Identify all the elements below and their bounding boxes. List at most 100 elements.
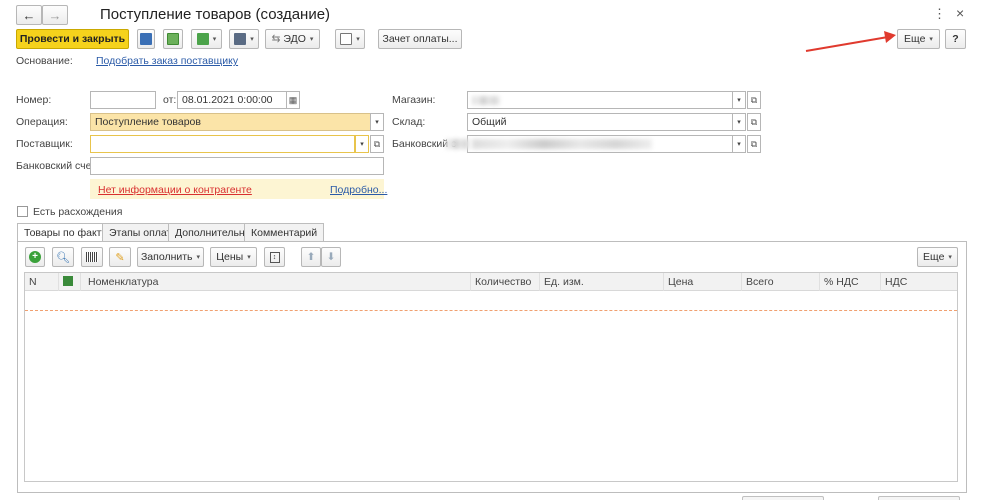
- tab-comment[interactable]: Комментарий: [244, 223, 325, 241]
- warehouse-open-button[interactable]: ⧉: [747, 113, 761, 131]
- bank-field[interactable]: [467, 135, 733, 153]
- supplier-open-button[interactable]: ⧉: [370, 135, 384, 153]
- post-and-close-button[interactable]: Провести и закрыть: [16, 29, 129, 49]
- reports-button[interactable]: ▾: [335, 29, 365, 49]
- forward-button[interactable]: →: [42, 5, 68, 25]
- bank-dropdown-button[interactable]: ▾: [732, 135, 746, 153]
- create-based-on-button[interactable]: ▾: [191, 29, 222, 49]
- col-check[interactable]: [59, 273, 81, 291]
- operation-dropdown-button[interactable]: ▾: [370, 113, 384, 131]
- store-field[interactable]: [467, 91, 733, 109]
- post-button[interactable]: [163, 29, 183, 49]
- edo-icon: ⇆: [271, 33, 281, 45]
- check-column-icon: [63, 276, 73, 286]
- create-based-icon: [196, 33, 209, 45]
- operation-select[interactable]: Поступление товаров: [90, 113, 371, 131]
- blurred-value: [472, 95, 500, 105]
- blurred-label: [446, 139, 470, 149]
- open-link-icon: ⧉: [750, 94, 758, 105]
- col-nomenclature[interactable]: Номенклатура: [84, 273, 471, 291]
- table-more-label: Еще: [923, 251, 945, 263]
- open-link-icon: ⧉: [373, 138, 381, 149]
- chevron-down-icon: ▾: [360, 141, 364, 148]
- col-vat-rate[interactable]: % НДС: [820, 273, 881, 291]
- table-empty-row[interactable]: [25, 291, 957, 311]
- barcode-icon: [86, 252, 98, 262]
- tab-goods-actual[interactable]: Товары по факту: [17, 223, 114, 242]
- calendar-button[interactable]: ▦: [286, 91, 300, 109]
- col-total[interactable]: Всего: [742, 273, 820, 291]
- footer-button-left[interactable]: [742, 496, 824, 500]
- search-button[interactable]: 🔍︎: [52, 247, 74, 267]
- move-down-button[interactable]: ⬇: [321, 247, 341, 267]
- col-unit[interactable]: Ед. изм.: [540, 273, 664, 291]
- col-quantity[interactable]: Количество: [471, 273, 540, 291]
- expand-vertical-icon: ↕: [269, 251, 280, 263]
- print-button[interactable]: ▾: [229, 29, 259, 49]
- window-menu-icon[interactable]: ⋮: [933, 6, 946, 22]
- select-supplier-order-link[interactable]: Подобрать заказ поставщику: [96, 55, 238, 67]
- chevron-down-icon: ▾: [737, 141, 741, 148]
- number-label: Номер:: [16, 94, 52, 106]
- move-up-button[interactable]: ⬆: [301, 247, 321, 267]
- post-document-icon: [167, 33, 179, 45]
- basis-label: Основание:: [16, 55, 73, 67]
- back-button[interactable]: ←: [16, 5, 42, 25]
- date-field[interactable]: 08.01.2021 0:00:00: [177, 91, 287, 109]
- warehouse-dropdown-button[interactable]: ▾: [732, 113, 746, 131]
- store-label: Магазин:: [392, 94, 436, 106]
- store-open-button[interactable]: ⧉: [747, 91, 761, 109]
- warehouse-label: Склад:: [392, 116, 426, 128]
- printer-icon: [234, 33, 247, 45]
- edo-button[interactable]: ⇆ ЭДО ▾: [265, 29, 320, 49]
- barcode-button[interactable]: [81, 247, 103, 267]
- prices-button[interactable]: Цены ▾: [210, 247, 257, 267]
- chevron-down-icon: ▾: [375, 119, 379, 126]
- more-button[interactable]: Еще ▾: [897, 29, 940, 49]
- arrow-up-icon: ⬆: [306, 251, 316, 263]
- store-dropdown-button[interactable]: ▾: [732, 91, 746, 109]
- fill-label: Заполнить: [140, 251, 193, 263]
- open-link-icon: ⧉: [750, 138, 758, 149]
- no-contractor-info-link[interactable]: Нет информации о контрагенте: [98, 184, 252, 196]
- col-price[interactable]: Цена: [664, 273, 742, 291]
- prices-label: Цены: [216, 251, 244, 263]
- footer-button-right[interactable]: [878, 496, 960, 500]
- supplier-dropdown-button[interactable]: ▾: [355, 135, 369, 153]
- save-button[interactable]: [137, 29, 155, 49]
- pencil-icon: ✎: [115, 251, 125, 264]
- help-button[interactable]: ?: [945, 29, 966, 49]
- chevron-down-icon: ▾: [737, 97, 741, 104]
- add-row-button[interactable]: +: [25, 247, 45, 267]
- floppy-icon: [140, 33, 152, 45]
- chevron-down-icon: ▾: [737, 119, 741, 126]
- arrow-down-icon: ⬇: [326, 251, 336, 263]
- supplier-label: Поставщик:: [16, 138, 73, 150]
- blurred-value: [472, 139, 652, 149]
- close-icon[interactable]: ×: [956, 5, 964, 21]
- discrepancy-checkbox[interactable]: [17, 206, 28, 217]
- table-more-button[interactable]: Еще ▾: [917, 247, 958, 267]
- operation-label: Операция:: [16, 116, 68, 128]
- supplier-field[interactable]: [90, 135, 355, 153]
- payment-offset-button[interactable]: Зачет оплаты...: [378, 29, 462, 49]
- edit-button[interactable]: ✎: [109, 247, 131, 267]
- bank-open-button[interactable]: ⧉: [747, 135, 761, 153]
- annotation-arrow: [805, 31, 896, 52]
- col-n[interactable]: N: [25, 273, 59, 291]
- more-label: Еще: [904, 33, 926, 45]
- distribute-button[interactable]: ↕: [264, 247, 285, 267]
- calendar-icon: ▦: [288, 94, 298, 105]
- number-field[interactable]: [90, 91, 156, 109]
- bank-account-field[interactable]: [90, 157, 384, 175]
- col-vat[interactable]: НДС: [881, 273, 957, 291]
- search-icon: 🔍︎: [56, 251, 70, 264]
- fill-button[interactable]: Заполнить ▾: [137, 247, 204, 267]
- warehouse-field[interactable]: Общий: [467, 113, 733, 131]
- discrepancy-label: Есть расхождения: [33, 206, 123, 218]
- details-link[interactable]: Подробно...: [330, 184, 387, 196]
- tab-payment-stages[interactable]: Этапы оплат: [102, 223, 179, 241]
- edo-label: ЭДО: [283, 33, 306, 45]
- report-icon: [340, 33, 353, 45]
- date-from-label: от:: [163, 94, 177, 106]
